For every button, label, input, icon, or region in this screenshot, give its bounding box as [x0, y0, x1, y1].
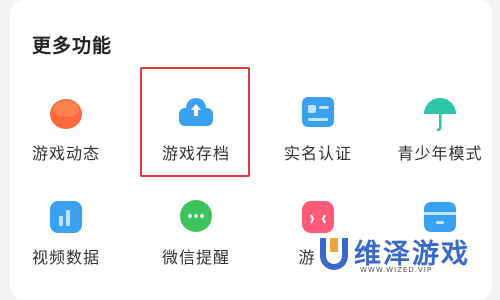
item-label: 视频数据: [31, 248, 100, 267]
item-video-data[interactable]: 视频数据: [10, 178, 122, 274]
watermark: 维泽游戏 WWW.WIZED.VIP: [312, 228, 500, 279]
highlight-box: [140, 67, 250, 177]
item-game-news[interactable]: 游戏动态: [10, 74, 122, 170]
item-wechat-reminder[interactable]: 微信提醒: [140, 178, 252, 274]
item-real-name[interactable]: 实名认证: [262, 74, 374, 170]
item-label: 实名认证: [283, 144, 352, 163]
item-label: 微信提醒: [161, 248, 230, 267]
item-label: 游戏动态: [31, 144, 100, 163]
umbrella-icon: [424, 98, 456, 132]
wechat-icon: [180, 200, 212, 232]
item-label: 青少年模式: [397, 144, 483, 163]
id-card-icon: [302, 97, 334, 127]
video-data-icon: [50, 201, 82, 233]
game-news-icon: [50, 99, 82, 129]
watermark-url: WWW.WIZED.VIP: [360, 266, 433, 274]
watermark-logo-icon: [320, 238, 348, 270]
item-teen-mode[interactable]: 青少年模式: [384, 74, 496, 170]
section-title: 更多功能: [32, 35, 113, 57]
